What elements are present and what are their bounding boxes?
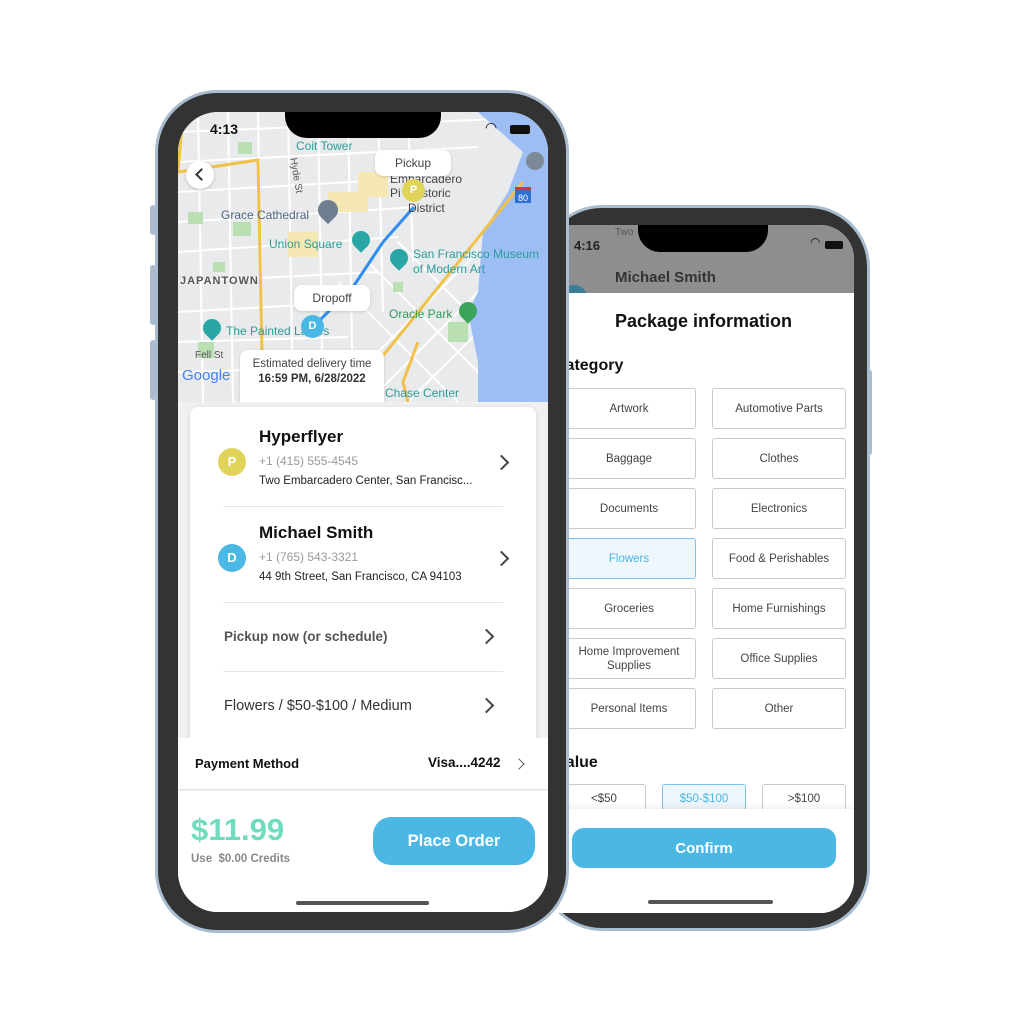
payment-label: Payment Method <box>195 756 300 771</box>
confirm-button[interactable]: Confirm <box>572 828 836 868</box>
category-option[interactable]: Artwork <box>562 388 696 429</box>
map-label-oracle-park: Oracle Park <box>389 307 453 321</box>
category-option[interactable]: Automotive Parts <box>712 388 846 429</box>
map-label-coit-tower: Coit Tower <box>296 139 353 153</box>
category-option[interactable]: Groceries <box>562 588 696 629</box>
eta-value: 16:59 PM, 6/28/2022 <box>258 373 366 385</box>
map-label-grace-cathedral: Grace Cathedral <box>221 208 310 222</box>
map[interactable]: Coit Tower Hyde St Grace Cathedral Union… <box>178 112 548 402</box>
right-notch <box>638 225 768 252</box>
left-phone-screen: Coit Tower Hyde St Grace Cathedral Union… <box>178 112 548 912</box>
pickup-marker[interactable]: P <box>402 179 425 202</box>
right-phone-side-button <box>867 370 872 455</box>
transit-icon <box>526 152 544 170</box>
pickup-phone: +1 (415) 555-4545 <box>259 454 359 468</box>
status-time: 4:13 <box>210 121 239 137</box>
highway-80-shield: 80 <box>515 187 531 203</box>
google-logo: Google <box>182 367 231 384</box>
dropoff-avatar: D <box>218 544 246 572</box>
price: $11.99 <box>191 812 285 847</box>
pickup-callout: Pickup <box>375 150 451 176</box>
map-label-sfmoma-2: of Modern Art <box>413 262 486 276</box>
chevron-right-icon <box>513 758 525 770</box>
package-sheet: Package information Category Artwork Auto… <box>530 293 854 913</box>
category-option[interactable]: Baggage <box>562 438 696 479</box>
divider <box>223 671 503 672</box>
category-option[interactable]: Home Improvement Supplies <box>562 638 696 679</box>
battery-icon <box>510 125 530 134</box>
category-option[interactable]: Electronics <box>712 488 846 529</box>
pickup-address: Two Embarcadero Center, San Francisc... <box>259 475 473 487</box>
category-option[interactable]: Clothes <box>712 438 846 479</box>
credits-link[interactable]: Use $0.00 Credits <box>191 853 290 865</box>
schedule-label: Pickup now (or schedule) <box>224 629 388 644</box>
pickup-name: Hyperflyer <box>259 427 344 446</box>
home-indicator <box>648 900 773 904</box>
category-option[interactable]: Food & Perishables <box>712 538 846 579</box>
package-summary: Flowers / $50-$100 / Medium <box>224 698 412 714</box>
battery-icon <box>825 241 843 249</box>
eta-box: Estimated delivery time 16:59 PM, 6/28/2… <box>240 350 384 402</box>
dropoff-callout: Dropoff <box>294 285 370 311</box>
category-option[interactable]: Home Furnishings <box>712 588 846 629</box>
map-label-japantown: JAPANTOWN <box>180 275 259 287</box>
dropoff-marker[interactable]: D <box>301 315 324 338</box>
map-label-chase-center: Chase Center <box>385 386 460 400</box>
map-label-fell-st: Fell St <box>195 350 224 361</box>
dropoff-address: 44 9th Street, San Francisco, CA 94103 <box>259 571 462 583</box>
wifi-icon: ◠ <box>810 235 821 249</box>
category-option[interactable]: Flowers <box>562 538 696 579</box>
divider <box>223 506 503 507</box>
divider <box>223 602 503 603</box>
home-indicator <box>296 901 429 905</box>
background-name: Michael Smith <box>615 269 716 286</box>
payment-row[interactable]: Payment Method Visa....4242 <box>178 738 548 790</box>
eta-label: Estimated delivery time <box>252 358 372 370</box>
sheet-title: Package information <box>614 311 793 331</box>
category-option[interactable]: Office Supplies <box>712 638 846 679</box>
status-time: 4:16 <box>574 238 601 253</box>
left-notch <box>285 112 441 138</box>
map-label-sfmoma: San Francisco Museum <box>413 247 540 261</box>
footer: $11.99 Use $0.00 Credits Place Order <box>178 791 548 912</box>
dropoff-phone: +1 (765) 543-3321 <box>259 550 359 564</box>
place-order-button[interactable]: Place Order <box>373 817 535 865</box>
map-label-embarcadero-3: District <box>408 201 445 215</box>
wifi-icon: ◠ <box>485 119 498 135</box>
chevron-left-icon <box>195 168 208 181</box>
dropoff-name: Michael Smith <box>259 523 374 542</box>
map-label-union-square: Union Square <box>269 237 343 251</box>
back-button[interactable] <box>186 161 214 189</box>
payment-value: Visa....4242 <box>428 755 501 770</box>
pickup-avatar: P <box>218 448 246 476</box>
right-phone-screen: Two ncisc... 4:16 ◠ Michael Smith Packag… <box>530 225 854 913</box>
category-option[interactable]: Documents <box>562 488 696 529</box>
category-option[interactable]: Personal Items <box>562 688 696 729</box>
category-option[interactable]: Other <box>712 688 846 729</box>
